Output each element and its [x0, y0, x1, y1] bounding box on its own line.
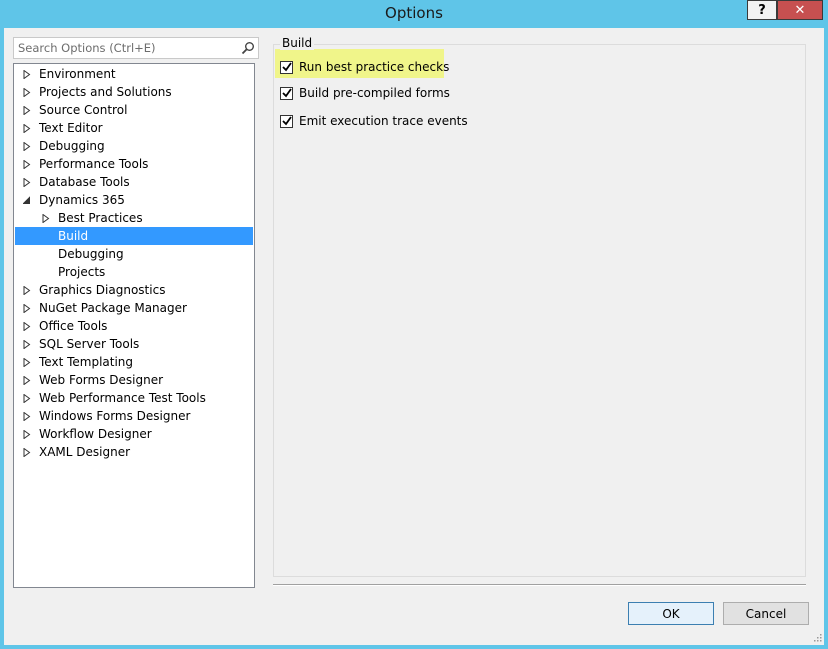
- tree-item-label: Workflow Designer: [39, 427, 152, 441]
- dialog-client-area: Environment Projects and Solutions Source …: [4, 28, 824, 645]
- tree-item-label: Debugging: [58, 247, 124, 261]
- collapse-arrow-icon[interactable]: [21, 191, 33, 209]
- tree-item[interactable]: Projects: [15, 263, 253, 281]
- search-box[interactable]: [13, 37, 259, 59]
- option-label: Build pre-compiled forms: [299, 86, 450, 100]
- expand-arrow-icon[interactable]: [21, 281, 33, 299]
- option-run-best-practice-checks[interactable]: Run best practice checks: [280, 58, 449, 76]
- tree-item-label: Office Tools: [39, 319, 108, 333]
- tree-item-label: Build: [58, 229, 89, 243]
- options-tree[interactable]: Environment Projects and Solutions Source …: [13, 63, 255, 588]
- tree-item[interactable]: Performance Tools: [15, 155, 253, 173]
- ok-button[interactable]: OK: [628, 602, 714, 625]
- tree-item-label: NuGet Package Manager: [39, 301, 187, 315]
- checkmark-icon: [281, 88, 292, 98]
- expand-arrow-icon[interactable]: [21, 119, 33, 137]
- expand-arrow-icon[interactable]: [21, 425, 33, 443]
- tree-item[interactable]: Dynamics 365: [15, 191, 253, 209]
- tree-item[interactable]: Source Control: [15, 101, 253, 119]
- expand-arrow-icon[interactable]: [21, 101, 33, 119]
- checkbox[interactable]: [280, 60, 293, 74]
- resize-grip-icon[interactable]: [812, 632, 822, 642]
- expand-arrow-icon[interactable]: [21, 83, 33, 101]
- tree-item[interactable]: Projects and Solutions: [15, 83, 253, 101]
- separator: [273, 584, 806, 586]
- tree-item[interactable]: Graphics Diagnostics: [15, 281, 253, 299]
- option-build-pre-compiled-forms[interactable]: Build pre-compiled forms: [280, 84, 450, 102]
- close-icon: ✕: [794, 2, 806, 18]
- tree-item[interactable]: NuGet Package Manager: [15, 299, 253, 317]
- tree-item[interactable]: Debugging: [15, 137, 253, 155]
- tree-item-label: Debugging: [39, 139, 105, 153]
- close-button[interactable]: ✕: [777, 0, 823, 20]
- tree-item[interactable]: Web Performance Test Tools: [15, 389, 253, 407]
- tree-item-label: Environment: [39, 67, 116, 81]
- tree-item-label: Projects and Solutions: [39, 85, 172, 99]
- expand-arrow-icon[interactable]: [21, 335, 33, 353]
- tree-item-label: Web Performance Test Tools: [39, 391, 206, 405]
- option-emit-execution-trace-events[interactable]: Emit execution trace events: [280, 112, 468, 130]
- expand-arrow-icon[interactable]: [40, 209, 52, 227]
- tree-item[interactable]: Workflow Designer: [15, 425, 253, 443]
- tree-item-label: Windows Forms Designer: [39, 409, 191, 423]
- checkmark-icon: [281, 116, 292, 126]
- tree-item[interactable]: SQL Server Tools: [15, 335, 253, 353]
- checkbox[interactable]: [280, 86, 293, 100]
- expand-arrow-icon[interactable]: [21, 443, 33, 461]
- tree-item-label: Graphics Diagnostics: [39, 283, 166, 297]
- expand-arrow-icon[interactable]: [21, 389, 33, 407]
- tree-item-label: Text Editor: [39, 121, 103, 135]
- option-label: Emit execution trace events: [299, 114, 468, 128]
- expand-arrow-icon[interactable]: [21, 353, 33, 371]
- tree-item[interactable]: Windows Forms Designer: [15, 407, 253, 425]
- help-button[interactable]: ?: [747, 0, 777, 20]
- tree-item[interactable]: Environment: [15, 65, 253, 83]
- tree-item-label: SQL Server Tools: [39, 337, 140, 351]
- expand-arrow-icon[interactable]: [21, 65, 33, 83]
- window-title: Options: [385, 4, 443, 22]
- tree-item[interactable]: Web Forms Designer: [15, 371, 253, 389]
- tree-item[interactable]: Text Editor: [15, 119, 253, 137]
- tree-item-label: Dynamics 365: [39, 193, 125, 207]
- checkmark-icon: [281, 62, 292, 72]
- tree-item-label: Performance Tools: [39, 157, 149, 171]
- cancel-button[interactable]: Cancel: [723, 602, 809, 625]
- tree-item-label: Best Practices: [58, 211, 143, 225]
- search-input[interactable]: [18, 40, 228, 56]
- tree-item-label: Text Templating: [39, 355, 134, 369]
- option-label: Run best practice checks: [299, 60, 450, 74]
- tree-item[interactable]: Database Tools: [15, 173, 253, 191]
- search-icon[interactable]: [241, 41, 255, 55]
- tree-item-label: XAML Designer: [39, 445, 131, 459]
- tree-item-label: Projects: [58, 265, 106, 279]
- tree-item-label: Source Control: [39, 103, 128, 117]
- checkbox[interactable]: [280, 114, 293, 128]
- expand-arrow-icon[interactable]: [21, 155, 33, 173]
- title-bar: Options ? ✕: [0, 0, 828, 28]
- tree-item[interactable]: Text Templating: [15, 353, 253, 371]
- expand-arrow-icon[interactable]: [21, 173, 33, 191]
- expand-arrow-icon[interactable]: [21, 299, 33, 317]
- tree-item[interactable]: Best Practices: [15, 209, 253, 227]
- expand-arrow-icon[interactable]: [21, 317, 33, 335]
- expand-arrow-icon[interactable]: [21, 407, 33, 425]
- tree-item[interactable]: Build: [15, 227, 253, 245]
- expand-arrow-icon[interactable]: [21, 371, 33, 389]
- tree-item[interactable]: XAML Designer: [15, 443, 253, 461]
- expand-arrow-icon[interactable]: [21, 137, 33, 155]
- tree-item-label: Database Tools: [39, 175, 130, 189]
- group-title: Build: [280, 36, 315, 50]
- tree-item-label: Web Forms Designer: [39, 373, 164, 387]
- tree-item[interactable]: Office Tools: [15, 317, 253, 335]
- tree-item[interactable]: Debugging: [15, 245, 253, 263]
